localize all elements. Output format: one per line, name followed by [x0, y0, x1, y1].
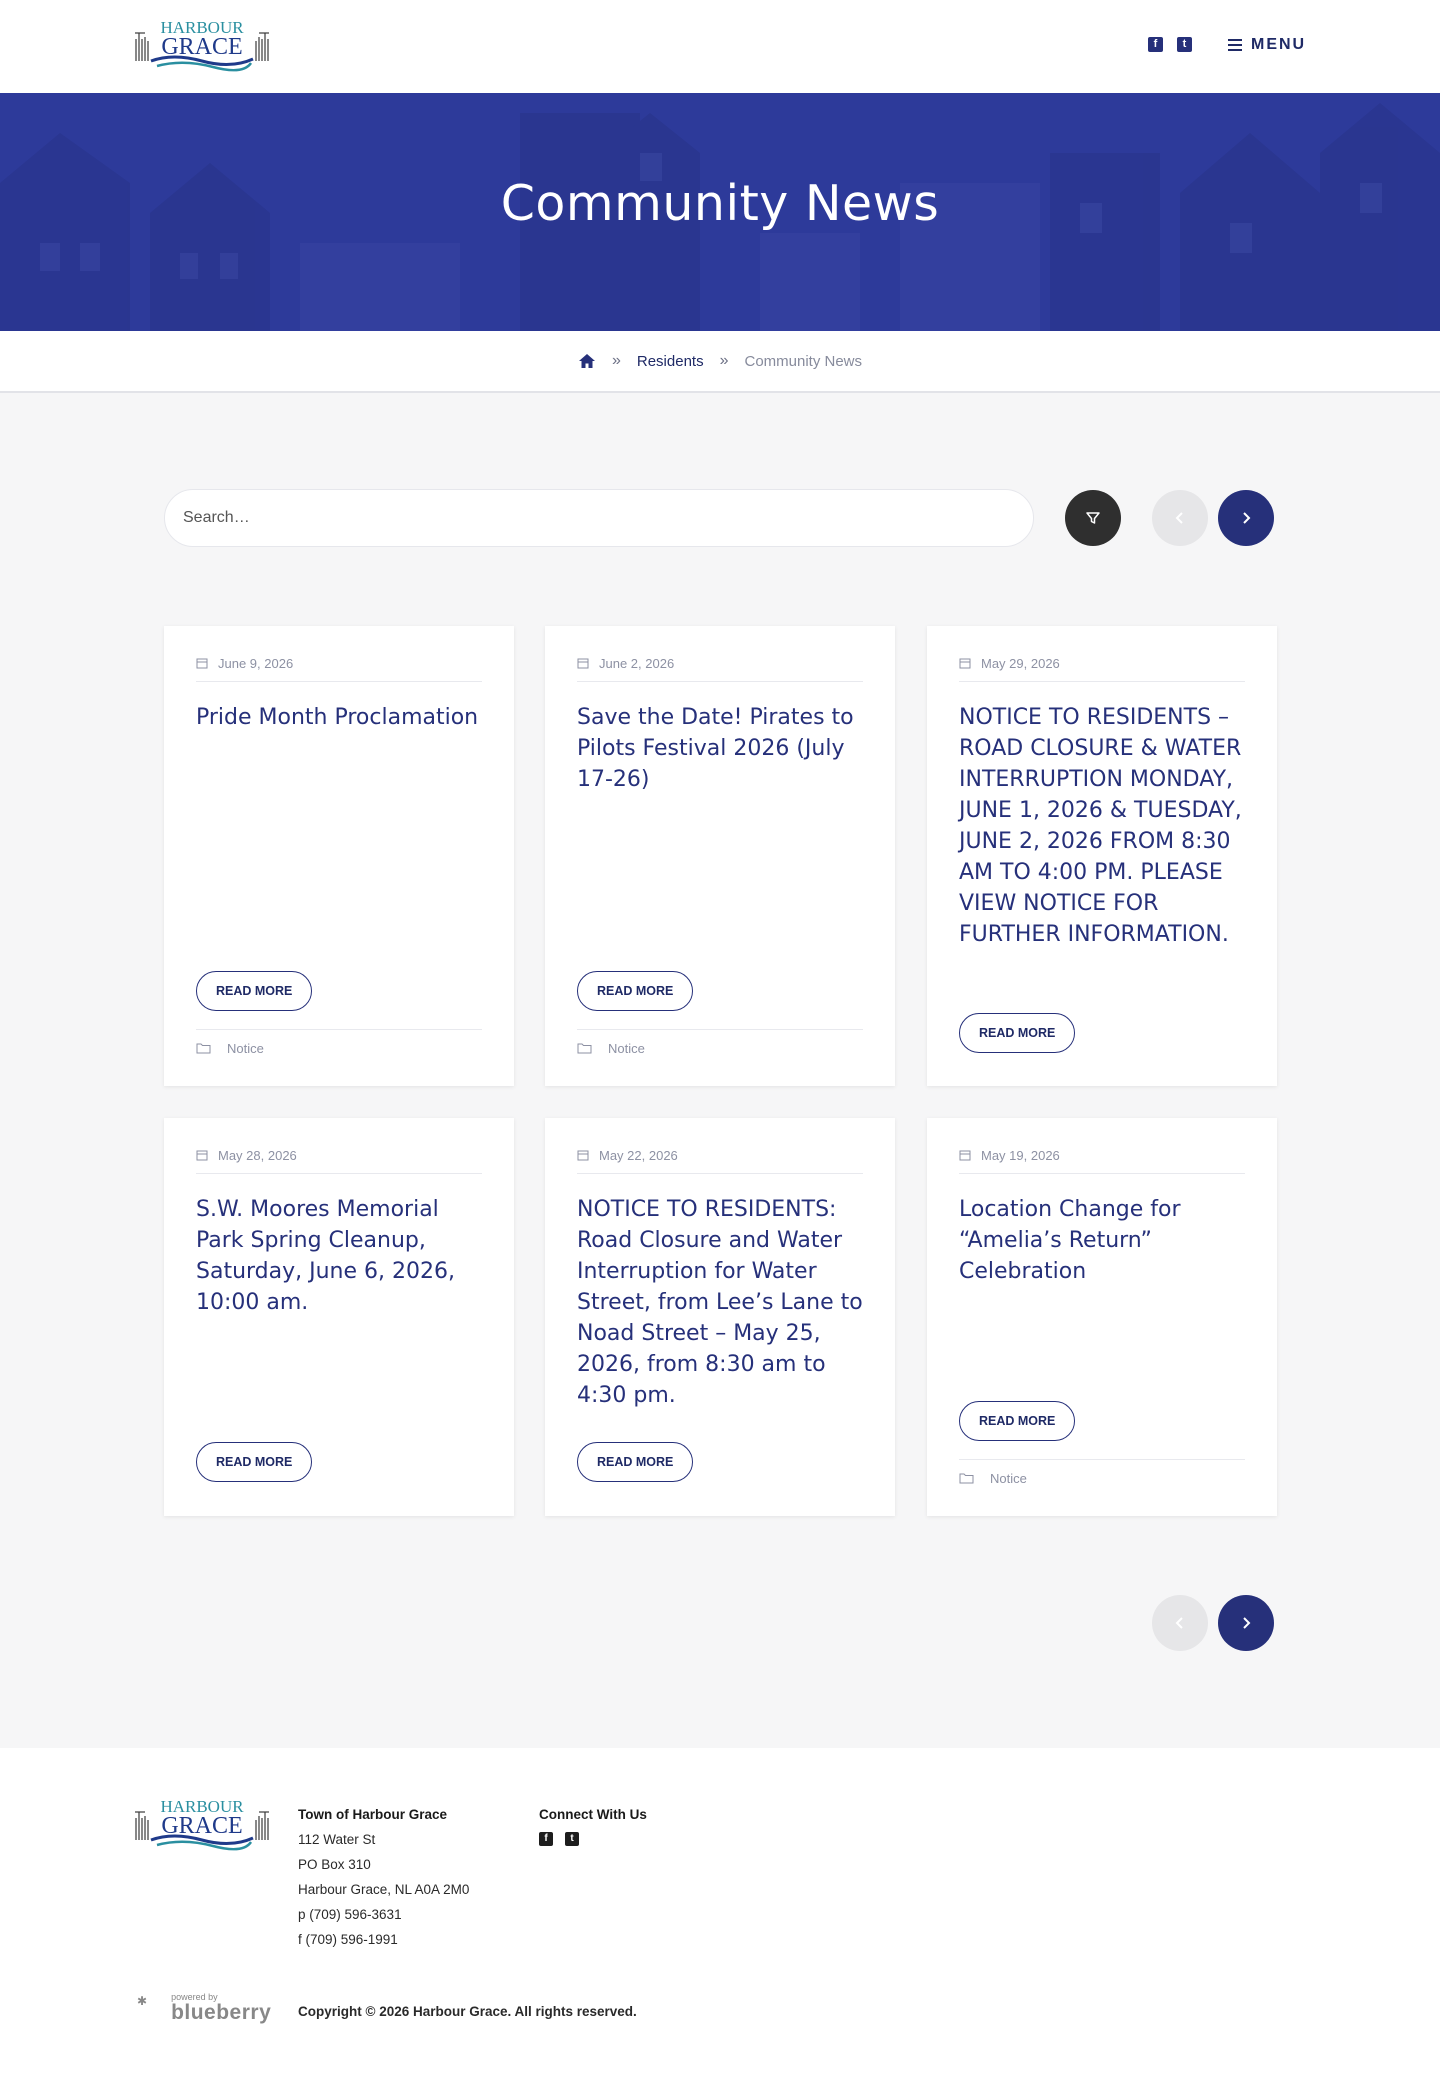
folder-icon	[577, 1043, 592, 1054]
card-category-row: Notice	[196, 1029, 482, 1067]
breadcrumb-current: Community News	[744, 352, 863, 370]
card-date-row: May 29, 2026	[959, 656, 1245, 682]
card-title[interactable]: NOTICE TO RESIDENTS: Road Closure and Wa…	[577, 1194, 863, 1411]
chevron-right-icon	[1243, 1617, 1251, 1629]
previous-page-button[interactable]	[1152, 1595, 1208, 1651]
card-date: May 28, 2026	[218, 1148, 297, 1163]
facebook-icon[interactable]: f	[539, 1832, 553, 1846]
chevron-right-icon	[1243, 512, 1251, 524]
read-more-button[interactable]: READ MORE	[196, 971, 313, 1011]
news-card: May 29, 2026 NOTICE TO RESIDENTS – ROAD …	[927, 626, 1277, 1086]
home-icon[interactable]	[578, 353, 596, 369]
breadcrumb: » Residents » Community News	[0, 331, 1440, 393]
previous-page-button[interactable]	[1152, 490, 1208, 546]
footer-phone[interactable]: p (709) 596-3631	[298, 1902, 469, 1927]
facebook-icon[interactable]: f	[1148, 37, 1163, 52]
hamburger-icon	[1228, 39, 1242, 51]
header-social-links: f t	[1148, 37, 1192, 52]
twitter-icon[interactable]: t	[565, 1832, 579, 1846]
footer-address-line: PO Box 310	[298, 1857, 371, 1872]
footer-connect-heading: Connect With Us	[539, 1807, 647, 1822]
menu-label: MENU	[1251, 36, 1307, 53]
calendar-icon	[959, 658, 971, 669]
footer-logo[interactable]: HARBOUR GRACE	[133, 1794, 271, 1852]
next-page-button[interactable]	[1218, 490, 1274, 546]
card-title[interactable]: NOTICE TO RESIDENTS – ROAD CLOSURE & WAT…	[959, 702, 1245, 950]
news-card: June 9, 2026 Pride Month Proclamation RE…	[164, 626, 514, 1086]
copyright-text: Copyright © 2026 Harbour Grace. All righ…	[298, 2004, 637, 2019]
card-category[interactable]: Notice	[227, 1041, 264, 1056]
next-page-button[interactable]	[1218, 1595, 1274, 1651]
filter-icon	[1086, 512, 1100, 524]
search-box	[164, 489, 1034, 547]
twitter-icon[interactable]: t	[1177, 37, 1192, 52]
breadcrumb-residents-link[interactable]: Residents	[637, 353, 704, 370]
card-date-row: June 9, 2026	[196, 656, 482, 682]
calendar-icon	[577, 1150, 589, 1161]
card-date: June 9, 2026	[218, 656, 294, 671]
read-more-button[interactable]: READ MORE	[959, 1013, 1076, 1053]
footer-address-line: 112 Water St	[298, 1832, 376, 1847]
card-date: June 2, 2026	[599, 656, 675, 671]
card-date: May 22, 2026	[599, 1148, 678, 1163]
read-more-button[interactable]: READ MORE	[577, 971, 694, 1011]
card-date-row: May 19, 2026	[959, 1148, 1245, 1174]
card-date: May 29, 2026	[981, 656, 1060, 671]
news-card: June 2, 2026 Save the Date! Pirates to P…	[545, 626, 895, 1086]
double-chevron-right-icon: »	[611, 352, 621, 369]
folder-icon	[959, 1473, 974, 1484]
site-footer: HARBOUR GRACE Town of Harbour Grace 112 …	[0, 1748, 1440, 2083]
footer-fax: f (709) 596-1991	[298, 1932, 398, 1947]
card-category-row: Notice	[577, 1029, 863, 1067]
folder-icon	[196, 1043, 211, 1054]
page-title: Community News	[500, 175, 940, 232]
calendar-icon	[959, 1150, 971, 1161]
hero-banner: Community News	[0, 93, 1440, 331]
footer-social-links: f t	[539, 1832, 647, 1846]
card-title[interactable]: Save the Date! Pirates to Pilots Festiva…	[577, 702, 863, 795]
powered-by-blueberry[interactable]: ✱ powered by blueberry	[137, 1992, 271, 2024]
news-card: May 28, 2026 S.W. Moores Memorial Park S…	[164, 1118, 514, 1516]
card-date: May 19, 2026	[981, 1148, 1060, 1163]
chevron-left-icon	[1175, 512, 1183, 524]
card-category[interactable]: Notice	[990, 1471, 1027, 1486]
card-title[interactable]: S.W. Moores Memorial Park Spring Cleanup…	[196, 1194, 482, 1318]
search-input[interactable]	[165, 490, 1033, 546]
double-chevron-right-icon: »	[719, 352, 729, 369]
read-more-button[interactable]: READ MORE	[196, 1442, 313, 1482]
card-date-row: June 2, 2026	[577, 656, 863, 682]
menu-button[interactable]: MENU	[1228, 36, 1306, 54]
card-title[interactable]: Location Change for “Amelia’s Return” Ce…	[959, 1194, 1245, 1287]
harbour-grace-logo[interactable]: HARBOUR GRACE	[133, 15, 271, 73]
calendar-icon	[196, 658, 208, 669]
blueberry-mark-icon: ✱	[137, 1994, 148, 2008]
card-category-row: Notice	[959, 1459, 1245, 1497]
footer-org-name: Town of Harbour Grace	[298, 1807, 448, 1822]
card-date-row: May 22, 2026	[577, 1148, 863, 1174]
chevron-left-icon	[1175, 1617, 1183, 1629]
read-more-button[interactable]: READ MORE	[959, 1401, 1076, 1441]
footer-connect: Connect With Us f t	[539, 1802, 647, 1846]
card-date-row: May 28, 2026	[196, 1148, 482, 1174]
card-title[interactable]: Pride Month Proclamation	[196, 702, 482, 733]
news-card: May 19, 2026 Location Change for “Amelia…	[927, 1118, 1277, 1516]
site-header: HARBOUR GRACE f t MENU	[0, 0, 1440, 93]
read-more-button[interactable]: READ MORE	[577, 1442, 694, 1482]
calendar-icon	[577, 658, 589, 669]
blueberry-brand: blueberry	[171, 2001, 272, 2024]
filter-button[interactable]	[1065, 490, 1121, 546]
card-category[interactable]: Notice	[608, 1041, 645, 1056]
news-listing: June 9, 2026 Pride Month Proclamation RE…	[0, 393, 1440, 1748]
footer-address-line: Harbour Grace, NL A0A 2M0	[298, 1882, 470, 1897]
footer-contact: Town of Harbour Grace 112 Water St PO Bo…	[298, 1802, 469, 1952]
news-card: May 22, 2026 NOTICE TO RESIDENTS: Road C…	[545, 1118, 895, 1516]
calendar-icon	[196, 1150, 208, 1161]
